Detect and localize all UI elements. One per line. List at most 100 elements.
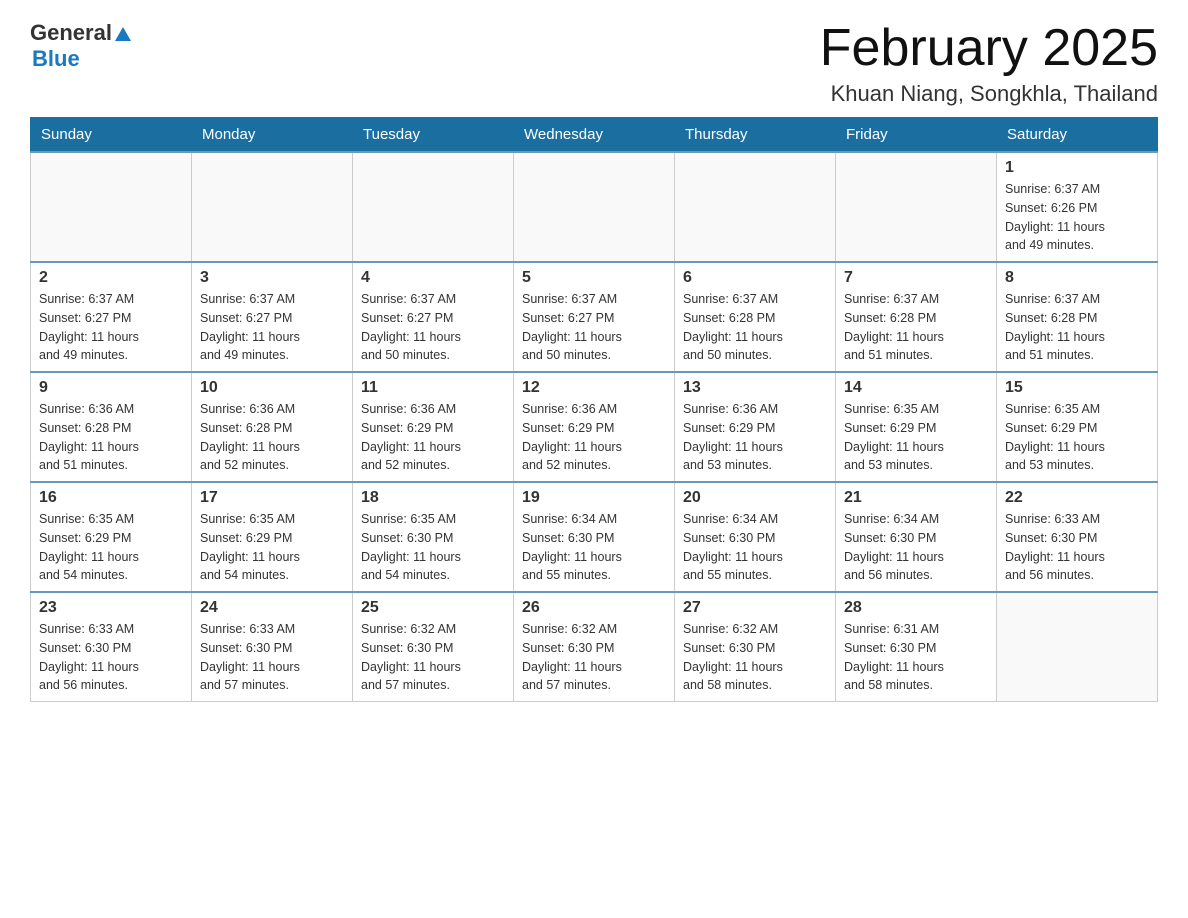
day-info: Sunrise: 6:37 AM Sunset: 6:27 PM Dayligh… bbox=[200, 290, 344, 365]
day-info: Sunrise: 6:34 AM Sunset: 6:30 PM Dayligh… bbox=[683, 510, 827, 585]
day-info: Sunrise: 6:34 AM Sunset: 6:30 PM Dayligh… bbox=[844, 510, 988, 585]
day-info: Sunrise: 6:35 AM Sunset: 6:29 PM Dayligh… bbox=[39, 510, 183, 585]
day-number: 20 bbox=[683, 489, 827, 507]
day-number: 13 bbox=[683, 379, 827, 397]
day-number: 5 bbox=[522, 269, 666, 287]
calendar-cell bbox=[31, 152, 192, 262]
calendar-cell: 27Sunrise: 6:32 AM Sunset: 6:30 PM Dayli… bbox=[675, 592, 836, 702]
col-tuesday: Tuesday bbox=[353, 118, 514, 153]
calendar-cell: 8 Sunrise: 6:37 AM Sunset: 6:28 PM Daylig… bbox=[997, 262, 1158, 372]
col-sunday: Sunday bbox=[31, 118, 192, 153]
calendar-header-row: Sunday Monday Tuesday Wednesday Thursday… bbox=[31, 118, 1158, 153]
day-number: 11 bbox=[361, 379, 505, 397]
day-info: Sunrise: 6:32 AM Sunset: 6:30 PM Dayligh… bbox=[683, 620, 827, 695]
day-number: 4 bbox=[361, 269, 505, 287]
day-info: Sunrise: 6:36 AM Sunset: 6:29 PM Dayligh… bbox=[361, 400, 505, 475]
col-saturday: Saturday bbox=[997, 118, 1158, 153]
day-number: 17 bbox=[200, 489, 344, 507]
day-info: Sunrise: 6:37 AM Sunset: 6:28 PM Dayligh… bbox=[1005, 290, 1149, 365]
day-info: Sunrise: 6:34 AM Sunset: 6:30 PM Dayligh… bbox=[522, 510, 666, 585]
calendar-cell: 24Sunrise: 6:33 AM Sunset: 6:30 PM Dayli… bbox=[192, 592, 353, 702]
calendar-cell: 10 Sunrise: 6:36 AM Sunset: 6:28 PM Dayli… bbox=[192, 372, 353, 482]
day-info: Sunrise: 6:37 AM Sunset: 6:27 PM Dayligh… bbox=[522, 290, 666, 365]
day-info: Sunrise: 6:36 AM Sunset: 6:29 PM Dayligh… bbox=[683, 400, 827, 475]
logo: General Blue bbox=[30, 20, 132, 72]
calendar-cell: 28Sunrise: 6:31 AM Sunset: 6:30 PM Dayli… bbox=[836, 592, 997, 702]
col-monday: Monday bbox=[192, 118, 353, 153]
calendar-cell: 18 Sunrise: 6:35 AM Sunset: 6:30 PM Dayli… bbox=[353, 482, 514, 592]
week-row-3: 9 Sunrise: 6:36 AM Sunset: 6:28 PM Daylig… bbox=[31, 372, 1158, 482]
day-number: 16 bbox=[39, 489, 183, 507]
day-info: Sunrise: 6:32 AM Sunset: 6:30 PM Dayligh… bbox=[361, 620, 505, 695]
day-number: 21 bbox=[844, 489, 988, 507]
day-info: Sunrise: 6:37 AM Sunset: 6:28 PM Dayligh… bbox=[683, 290, 827, 365]
day-number: 10 bbox=[200, 379, 344, 397]
calendar-cell: 26Sunrise: 6:32 AM Sunset: 6:30 PM Dayli… bbox=[514, 592, 675, 702]
day-info: Sunrise: 6:35 AM Sunset: 6:30 PM Dayligh… bbox=[361, 510, 505, 585]
day-info: Sunrise: 6:37 AM Sunset: 6:28 PM Dayligh… bbox=[844, 290, 988, 365]
col-thursday: Thursday bbox=[675, 118, 836, 153]
calendar-cell: 22 Sunrise: 6:33 AM Sunset: 6:30 PM Dayli… bbox=[997, 482, 1158, 592]
location-subtitle: Khuan Niang, Songkhla, Thailand bbox=[820, 81, 1158, 107]
col-wednesday: Wednesday bbox=[514, 118, 675, 153]
day-info: Sunrise: 6:37 AM Sunset: 6:26 PM Dayligh… bbox=[1005, 180, 1149, 255]
day-number: 1 bbox=[1005, 159, 1149, 177]
page-header: General Blue February 2025 Khuan Niang, … bbox=[30, 20, 1158, 107]
calendar-cell: 20 Sunrise: 6:34 AM Sunset: 6:30 PM Dayli… bbox=[675, 482, 836, 592]
day-number: 12 bbox=[522, 379, 666, 397]
calendar-cell bbox=[997, 592, 1158, 702]
day-number: 2 bbox=[39, 269, 183, 287]
day-number: 3 bbox=[200, 269, 344, 287]
day-number: 18 bbox=[361, 489, 505, 507]
day-number: 9 bbox=[39, 379, 183, 397]
week-row-4: 16 Sunrise: 6:35 AM Sunset: 6:29 PM Dayli… bbox=[31, 482, 1158, 592]
day-info: Sunrise: 6:33 AM Sunset: 6:30 PM Dayligh… bbox=[200, 620, 344, 695]
calendar-cell bbox=[353, 152, 514, 262]
calendar-cell: 5 Sunrise: 6:37 AM Sunset: 6:27 PM Daylig… bbox=[514, 262, 675, 372]
calendar-cell: 17 Sunrise: 6:35 AM Sunset: 6:29 PM Dayli… bbox=[192, 482, 353, 592]
calendar-cell: 12 Sunrise: 6:36 AM Sunset: 6:29 PM Dayli… bbox=[514, 372, 675, 482]
calendar-cell: 21 Sunrise: 6:34 AM Sunset: 6:30 PM Dayli… bbox=[836, 482, 997, 592]
month-title: February 2025 bbox=[820, 20, 1158, 77]
calendar-cell: 25 Sunrise: 6:32 AM Sunset: 6:30 PM Dayli… bbox=[353, 592, 514, 702]
calendar-cell: 4Sunrise: 6:37 AM Sunset: 6:27 PM Daylig… bbox=[353, 262, 514, 372]
day-number: 15 bbox=[1005, 379, 1149, 397]
week-row-1: 1 Sunrise: 6:37 AM Sunset: 6:26 PM Daylig… bbox=[31, 152, 1158, 262]
logo-blue-text: Blue bbox=[32, 46, 80, 71]
day-info: Sunrise: 6:35 AM Sunset: 6:29 PM Dayligh… bbox=[844, 400, 988, 475]
day-info: Sunrise: 6:31 AM Sunset: 6:30 PM Dayligh… bbox=[844, 620, 988, 695]
day-info: Sunrise: 6:35 AM Sunset: 6:29 PM Dayligh… bbox=[200, 510, 344, 585]
week-row-5: 23Sunrise: 6:33 AM Sunset: 6:30 PM Dayli… bbox=[31, 592, 1158, 702]
day-info: Sunrise: 6:36 AM Sunset: 6:28 PM Dayligh… bbox=[200, 400, 344, 475]
day-info: Sunrise: 6:35 AM Sunset: 6:29 PM Dayligh… bbox=[1005, 400, 1149, 475]
day-number: 7 bbox=[844, 269, 988, 287]
day-number: 8 bbox=[1005, 269, 1149, 287]
calendar-cell: 14 Sunrise: 6:35 AM Sunset: 6:29 PM Dayli… bbox=[836, 372, 997, 482]
calendar-cell: 15 Sunrise: 6:35 AM Sunset: 6:29 PM Dayli… bbox=[997, 372, 1158, 482]
week-row-2: 2 Sunrise: 6:37 AM Sunset: 6:27 PM Daylig… bbox=[31, 262, 1158, 372]
calendar-cell: 1 Sunrise: 6:37 AM Sunset: 6:26 PM Daylig… bbox=[997, 152, 1158, 262]
calendar-cell: 7 Sunrise: 6:37 AM Sunset: 6:28 PM Daylig… bbox=[836, 262, 997, 372]
calendar-cell: 3 Sunrise: 6:37 AM Sunset: 6:27 PM Daylig… bbox=[192, 262, 353, 372]
logo-arrow-icon bbox=[114, 25, 132, 43]
calendar-cell: 19 Sunrise: 6:34 AM Sunset: 6:30 PM Dayli… bbox=[514, 482, 675, 592]
calendar-cell: 9 Sunrise: 6:36 AM Sunset: 6:28 PM Daylig… bbox=[31, 372, 192, 482]
calendar-cell bbox=[514, 152, 675, 262]
day-number: 19 bbox=[522, 489, 666, 507]
day-info: Sunrise: 6:36 AM Sunset: 6:28 PM Dayligh… bbox=[39, 400, 183, 475]
calendar-cell bbox=[192, 152, 353, 262]
calendar-cell: 16 Sunrise: 6:35 AM Sunset: 6:29 PM Dayli… bbox=[31, 482, 192, 592]
day-info: Sunrise: 6:36 AM Sunset: 6:29 PM Dayligh… bbox=[522, 400, 666, 475]
calendar-cell: 13 Sunrise: 6:36 AM Sunset: 6:29 PM Dayli… bbox=[675, 372, 836, 482]
day-number: 22 bbox=[1005, 489, 1149, 507]
day-info: Sunrise: 6:37 AM Sunset: 6:27 PM Dayligh… bbox=[39, 290, 183, 365]
day-number: 14 bbox=[844, 379, 988, 397]
day-number: 25 bbox=[361, 599, 505, 617]
day-info: Sunrise: 6:33 AM Sunset: 6:30 PM Dayligh… bbox=[39, 620, 183, 695]
col-friday: Friday bbox=[836, 118, 997, 153]
calendar-cell: 11 Sunrise: 6:36 AM Sunset: 6:29 PM Dayli… bbox=[353, 372, 514, 482]
title-area: February 2025 Khuan Niang, Songkhla, Tha… bbox=[820, 20, 1158, 107]
calendar-cell: 23Sunrise: 6:33 AM Sunset: 6:30 PM Dayli… bbox=[31, 592, 192, 702]
day-number: 6 bbox=[683, 269, 827, 287]
day-info: Sunrise: 6:33 AM Sunset: 6:30 PM Dayligh… bbox=[1005, 510, 1149, 585]
